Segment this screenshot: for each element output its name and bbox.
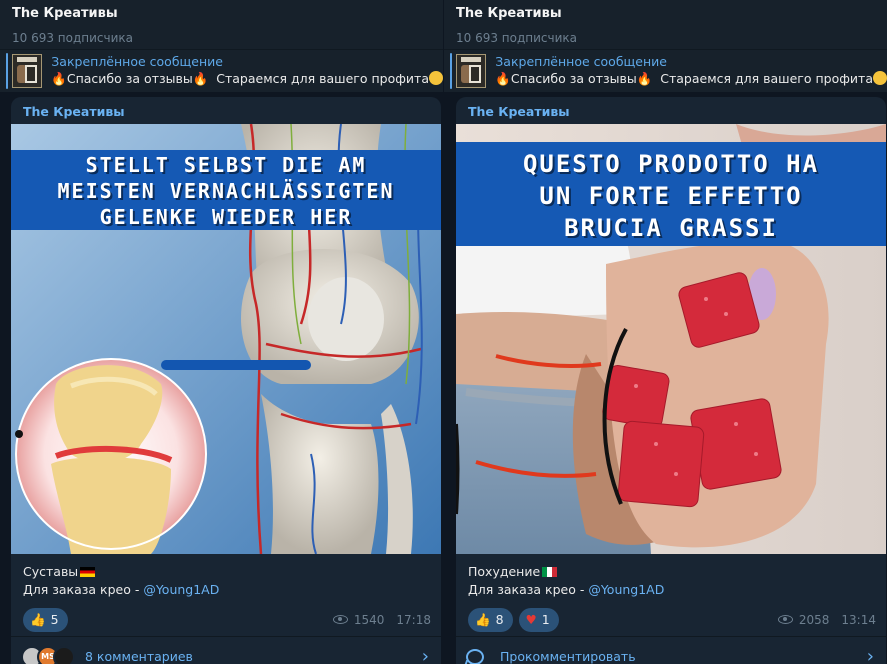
- view-count: 1540: [353, 612, 385, 627]
- thumbs-up-icon: 👍: [30, 611, 46, 627]
- post-headline: QUESTO PRODOTTO HA UN FORTE EFFETTO BRUC…: [456, 142, 886, 246]
- post-caption: Похудение Для заказа крео - @Young1AD: [468, 564, 665, 597]
- comments-count: 8 комментариев: [85, 649, 193, 664]
- post-caption: Суставы Для заказа крео - @Young1AD: [23, 564, 220, 597]
- channel-title: The Креативы: [12, 6, 118, 21]
- commenter-avatars: MS: [21, 645, 75, 664]
- views-icon: [332, 615, 348, 624]
- post-time: 17:18: [396, 612, 431, 627]
- fire-icon: 🔥: [495, 71, 511, 86]
- pinned-message-bar[interactable]: Закреплённое сообщение 🔥Спасибо за отзыв…: [444, 49, 887, 92]
- post-footer: 👍 8 ♥ 1 2058 13:14: [456, 599, 886, 633]
- caption-title: Похудение: [468, 564, 541, 579]
- chat-header[interactable]: The Креативы 10 693 подписчика: [444, 0, 887, 49]
- pinned-label: Закреплённое сообщение: [51, 54, 223, 69]
- reaction-thumbs-up[interactable]: 👍 5: [23, 607, 68, 632]
- avatar: [53, 645, 75, 664]
- smirk-emoji-icon: [873, 71, 887, 85]
- pinned-text: 🔥Спасибо за отзывы🔥 Стараемся для вашего…: [495, 70, 887, 88]
- subscriber-count: 10 693 подписчика: [456, 31, 578, 45]
- post-image-knee[interactable]: STELLT SELBST DIE AM MEISTEN VERNACHLÄSS…: [11, 124, 441, 554]
- reaction-count: 5: [50, 612, 59, 627]
- chevron-right-icon: ›: [421, 645, 429, 664]
- pinned-message-bar[interactable]: Закреплённое сообщение 🔥Спасибо за отзыв…: [0, 49, 443, 92]
- order-link[interactable]: @Young1AD: [588, 582, 664, 597]
- caption-title: Суставы: [23, 564, 79, 579]
- pinned-label: Закреплённое сообщение: [495, 54, 667, 69]
- channel-post: The Креативы: [11, 97, 441, 664]
- subscriber-count: 10 693 подписчика: [12, 31, 134, 45]
- fire-icon: 🔥: [636, 71, 653, 86]
- chat-header[interactable]: The Креативы 10 693 подписчика: [0, 0, 443, 49]
- pinned-thumbnail: [455, 54, 487, 88]
- channel-post: The Креативы: [456, 97, 886, 664]
- italy-flag-icon: [542, 567, 558, 577]
- pinned-text: 🔥Спасибо за отзывы🔥 Стараемся для вашего…: [51, 70, 443, 88]
- reaction-count: 1: [541, 612, 550, 627]
- post-author[interactable]: The Креативы: [11, 97, 441, 124]
- post-headline: STELLT SELBST DIE AM MEISTEN VERNACHLÄSS…: [11, 150, 441, 230]
- view-count: 2058: [798, 612, 830, 627]
- comments-bar[interactable]: Прокомментировать ›: [456, 636, 886, 664]
- pinned-thumbnail: [11, 54, 43, 88]
- fire-icon: 🔥: [192, 71, 209, 86]
- reaction-heart[interactable]: ♥ 1: [518, 607, 559, 632]
- post-author[interactable]: The Креативы: [456, 97, 886, 124]
- channel-title: The Креативы: [456, 6, 562, 21]
- pinned-indicator: [450, 53, 452, 89]
- comments-bar[interactable]: MS 8 комментариев ›: [11, 636, 441, 664]
- fire-icon: 🔥: [51, 71, 67, 86]
- chat-panel-left: The Креативы 10 693 подписчика Закреплён…: [0, 0, 443, 664]
- comment-icon: [466, 648, 484, 664]
- post-time: 13:14: [841, 612, 876, 627]
- germany-flag-icon: [80, 567, 96, 577]
- chevron-right-icon: ›: [866, 645, 874, 664]
- reaction-thumbs-up[interactable]: 👍 8: [468, 607, 513, 632]
- post-footer: 👍 5 1540 17:18: [11, 599, 441, 633]
- pinned-indicator: [6, 53, 8, 89]
- smirk-emoji-icon: [429, 71, 443, 85]
- heart-icon: ♥: [525, 612, 537, 627]
- views-icon: [777, 615, 793, 624]
- reaction-count: 8: [495, 612, 504, 627]
- thumbs-up-icon: 👍: [475, 611, 491, 627]
- post-image-gummies[interactable]: QUESTO PRODOTTO HA UN FORTE EFFETTO BRUC…: [456, 124, 886, 554]
- order-link[interactable]: @Young1AD: [143, 582, 219, 597]
- leave-comment-label: Прокомментировать: [500, 649, 636, 664]
- chat-panel-right: The Креативы 10 693 подписчика Закреплён…: [444, 0, 887, 664]
